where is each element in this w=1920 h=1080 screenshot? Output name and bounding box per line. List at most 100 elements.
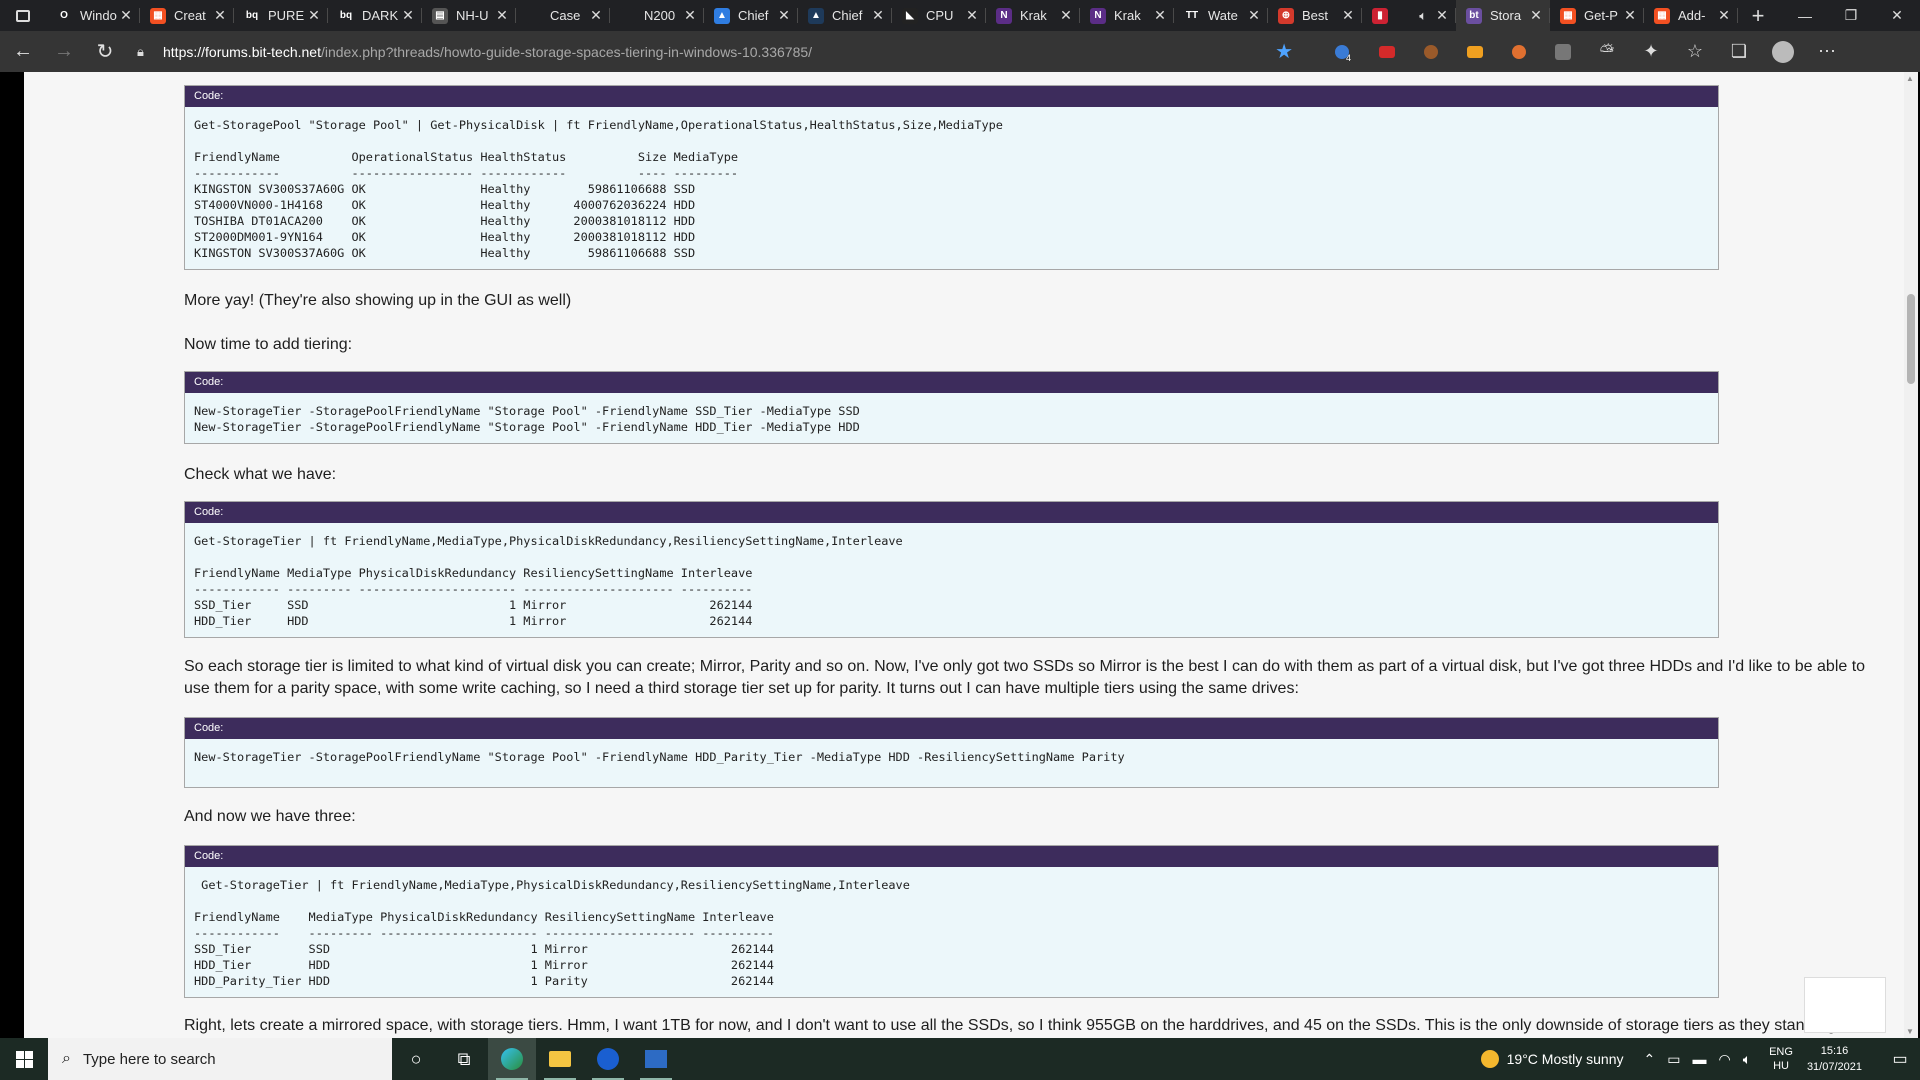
browser-tab[interactable]: ⊕ Best ✕ bbox=[1268, 0, 1362, 31]
volume-icon[interactable]: 🔈︎ bbox=[1743, 1051, 1751, 1068]
tab-close-icon[interactable]: ✕ bbox=[777, 7, 791, 24]
tab-close-icon[interactable]: ✕ bbox=[1717, 7, 1731, 24]
wifi-icon[interactable]: ◠ bbox=[1718, 1051, 1730, 1068]
tab-close-icon[interactable]: ✕ bbox=[1435, 7, 1449, 24]
close-window-button[interactable]: ✕ bbox=[1874, 0, 1920, 31]
tab-close-icon[interactable]: ✕ bbox=[213, 7, 227, 24]
tab-close-icon[interactable]: ✕ bbox=[871, 7, 885, 24]
new-tab-button[interactable]: + bbox=[1738, 0, 1778, 31]
window-menu-icon[interactable] bbox=[0, 0, 46, 31]
tab-close-icon[interactable]: ✕ bbox=[965, 7, 979, 24]
minimize-button[interactable]: — bbox=[1782, 0, 1828, 31]
tab-close-icon[interactable]: ✕ bbox=[1059, 7, 1073, 24]
browser-tab[interactable]: N Krak ✕ bbox=[986, 0, 1080, 31]
clock[interactable]: 15:16 31/07/2021 bbox=[1807, 1043, 1862, 1075]
tab-title: PURE bbox=[268, 8, 305, 23]
cortana-icon[interactable]: ○ bbox=[392, 1038, 440, 1080]
language-code: ENG bbox=[1769, 1046, 1793, 1058]
browser-tab[interactable]: O Windo ✕ bbox=[46, 0, 140, 31]
browser-tab[interactable]: bq PURE ✕ bbox=[234, 0, 328, 31]
address-bar[interactable]: 🔒︎ https://forums.bit-tech.net/index.php… bbox=[131, 37, 1321, 67]
language-indicator[interactable]: ENG HU bbox=[1769, 1045, 1793, 1073]
post-paragraph: Check what we have: bbox=[184, 466, 337, 483]
tab-close-icon[interactable]: ✕ bbox=[1153, 7, 1167, 24]
tab-close-icon[interactable]: ✕ bbox=[495, 7, 509, 24]
forum-post-body: Code: Get-StoragePool "Storage Pool" | G… bbox=[24, 72, 1904, 1038]
tab-close-icon[interactable]: ✕ bbox=[589, 7, 603, 24]
browser-tab[interactable]: ▲ Chief ✕ bbox=[798, 0, 892, 31]
tab-favicon-icon bbox=[620, 7, 636, 24]
browser-tab[interactable]: TT Wate ✕ bbox=[1174, 0, 1268, 31]
favorites-icon[interactable]: ☆ bbox=[1673, 41, 1717, 62]
extension-icon-6[interactable] bbox=[1541, 37, 1585, 67]
code-text[interactable]: Get-StorageTier | ft FriendlyName,MediaT… bbox=[185, 867, 1718, 997]
browser-tab[interactable]: ▲ Chief ✕ bbox=[704, 0, 798, 31]
browser-tab[interactable]: ▦ Get-P ✕ bbox=[1550, 0, 1644, 31]
tab-close-icon[interactable]: ✕ bbox=[1341, 7, 1355, 24]
back-button[interactable]: ← bbox=[5, 34, 41, 70]
meet-now-icon[interactable]: ▭ bbox=[1667, 1051, 1680, 1068]
tab-title: Add- bbox=[1678, 8, 1706, 23]
floating-widget[interactable] bbox=[1804, 977, 1886, 1033]
scroll-up-icon[interactable]: ▲ bbox=[1906, 74, 1914, 83]
extension-icon-1[interactable]: 4 bbox=[1321, 37, 1365, 67]
tab-audio-icon[interactable]: 🔈︎ bbox=[1419, 8, 1427, 24]
browser-tab[interactable]: ▦ Creat ✕ bbox=[140, 0, 234, 31]
tab-close-icon[interactable]: ✕ bbox=[307, 7, 321, 24]
scrollbar-thumb[interactable] bbox=[1907, 294, 1915, 384]
tab-close-icon[interactable]: ✕ bbox=[1623, 7, 1637, 24]
tab-title: Creat bbox=[174, 8, 206, 23]
tray-expand-icon[interactable]: ⌃ bbox=[1644, 1051, 1656, 1068]
browser-tab[interactable]: N200 ✕ bbox=[610, 0, 704, 31]
browser-tab[interactable]: ▮ 🔈︎ ✕ bbox=[1362, 0, 1456, 31]
post-paragraph: More yay! (They're also showing up in th… bbox=[184, 292, 572, 309]
more-menu-icon[interactable]: ⋯ bbox=[1805, 41, 1849, 62]
lock-icon: 🔒︎ bbox=[137, 43, 144, 59]
tab-close-icon[interactable]: ✕ bbox=[683, 7, 697, 24]
scroll-down-icon[interactable]: ▼ bbox=[1906, 1027, 1914, 1036]
browser-tab[interactable]: ◣ CPU ✕ bbox=[892, 0, 986, 31]
code-text[interactable]: Get-StoragePool "Storage Pool" | Get-Phy… bbox=[185, 107, 1718, 269]
browser-tab[interactable]: bt Stora ✕ bbox=[1456, 0, 1550, 31]
browser-tab[interactable]: ▦ Add- ✕ bbox=[1644, 0, 1738, 31]
extension-icon-2[interactable] bbox=[1365, 37, 1409, 67]
start-button[interactable] bbox=[0, 1038, 48, 1080]
extensions-puzzle-icon[interactable]: ✦ bbox=[1629, 41, 1673, 62]
browser-tab[interactable]: N Krak ✕ bbox=[1080, 0, 1174, 31]
code-text[interactable]: New-StorageTier -StoragePoolFriendlyName… bbox=[185, 739, 1718, 787]
cloud-icon[interactable]: ⛅︎ bbox=[1585, 41, 1629, 62]
extension-icon-4[interactable] bbox=[1453, 37, 1497, 67]
window-controls: — ❐ ✕ bbox=[1782, 0, 1920, 31]
browser-tab[interactable]: bq DARK ✕ bbox=[328, 0, 422, 31]
battery-icon[interactable]: ▬ bbox=[1692, 1051, 1706, 1067]
weather-text[interactable]: 19°C Mostly sunny bbox=[1507, 1051, 1624, 1067]
code-text[interactable]: Get-StorageTier | ft FriendlyName,MediaT… bbox=[185, 523, 1718, 637]
tab-favicon-icon: ▦ bbox=[1654, 7, 1670, 24]
notification-center-icon[interactable]: ▭ bbox=[1880, 1049, 1920, 1069]
powershell-icon[interactable] bbox=[632, 1038, 680, 1080]
tab-close-icon[interactable]: ✕ bbox=[1529, 7, 1543, 24]
tab-favicon-icon: N bbox=[1090, 7, 1106, 24]
forward-button[interactable]: → bbox=[46, 34, 82, 70]
taskbar-search-box[interactable]: ⌕ Type here to search bbox=[48, 1038, 392, 1080]
profile-avatar[interactable] bbox=[1772, 40, 1794, 63]
vertical-scrollbar[interactable]: ▲ ▼ bbox=[1904, 72, 1918, 1038]
browser-tab[interactable]: Case ✕ bbox=[516, 0, 610, 31]
extension-icon-5[interactable] bbox=[1497, 37, 1541, 67]
edge-browser-icon[interactable] bbox=[488, 1038, 536, 1080]
file-explorer-icon[interactable] bbox=[536, 1038, 584, 1080]
extension-icon-3[interactable] bbox=[1409, 37, 1453, 67]
favorite-star-icon[interactable]: ★ bbox=[1275, 39, 1293, 64]
post-paragraph: Now time to add tiering: bbox=[184, 336, 353, 353]
password-manager-icon[interactable] bbox=[584, 1038, 632, 1080]
collections-icon[interactable]: ❏ bbox=[1717, 41, 1761, 62]
tab-close-icon[interactable]: ✕ bbox=[1247, 7, 1261, 24]
restore-button[interactable]: ❐ bbox=[1828, 0, 1874, 31]
tab-favicon-icon: O bbox=[56, 7, 72, 24]
tab-close-icon[interactable]: ✕ bbox=[401, 7, 415, 24]
task-view-icon[interactable]: ⧉ bbox=[440, 1038, 488, 1080]
code-text[interactable]: New-StorageTier -StoragePoolFriendlyName… bbox=[185, 393, 1718, 443]
tab-close-icon[interactable]: ✕ bbox=[119, 7, 133, 24]
browser-tab[interactable]: ▤ NH-U ✕ bbox=[422, 0, 516, 31]
refresh-button[interactable]: ↻ bbox=[87, 34, 123, 70]
